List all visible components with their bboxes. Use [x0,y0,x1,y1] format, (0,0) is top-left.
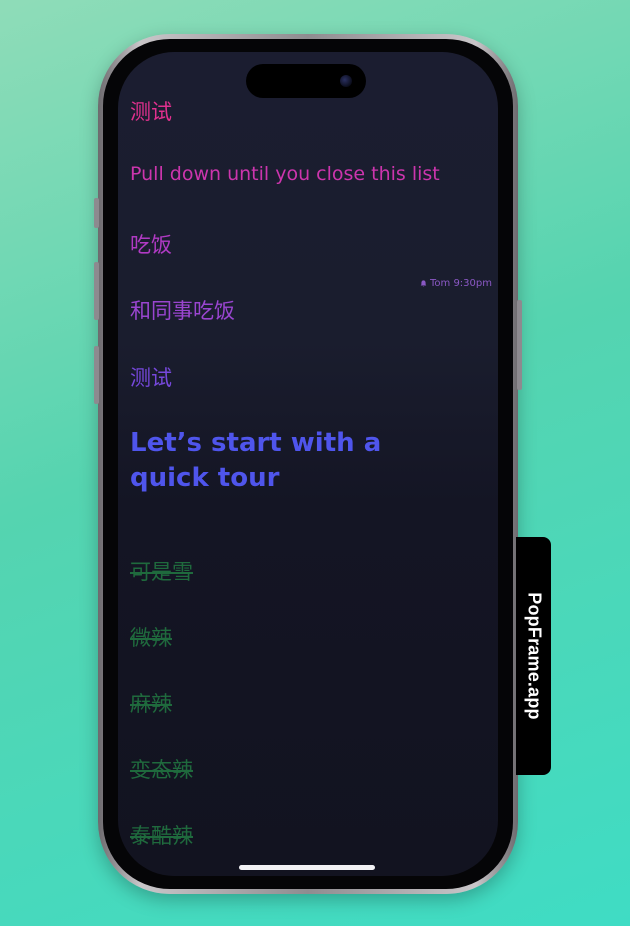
completed-item[interactable]: 泰酷辣 [130,820,193,850]
list-item-test[interactable]: 测试 [130,96,172,126]
power-button [517,300,522,390]
bell-icon [420,280,427,287]
volume-down-button [94,346,99,404]
completed-item[interactable]: 麻辣 [130,688,172,718]
home-indicator[interactable] [239,865,375,870]
reminder-badge: Tom 9:30pm [420,278,492,289]
reminder-time: Tom 9:30pm [430,278,492,289]
list-item-eat[interactable]: 吃饭 [130,229,172,259]
section-heading: Let’s start with a quick tour [130,428,382,493]
completed-item[interactable]: 可是雪 [130,556,193,586]
completed-item[interactable]: 变态辣 [130,754,193,784]
popframe-badge[interactable]: PopFrame.app [516,537,551,775]
list-item-test-2[interactable]: 测试 [130,362,172,392]
action-button [94,198,99,228]
popframe-label: PopFrame.app [524,592,544,720]
camera-icon [340,75,352,87]
completed-item[interactable]: 微辣 [130,622,172,652]
list-item-pull-down-hint[interactable]: Pull down until you close this list [130,163,440,185]
list-item-eat-with-colleagues[interactable]: 和同事吃饭 [130,295,235,325]
volume-up-button [94,262,99,320]
phone-screen: 测试 Pull down until you close this list 吃… [118,52,498,876]
dynamic-island [246,64,366,98]
